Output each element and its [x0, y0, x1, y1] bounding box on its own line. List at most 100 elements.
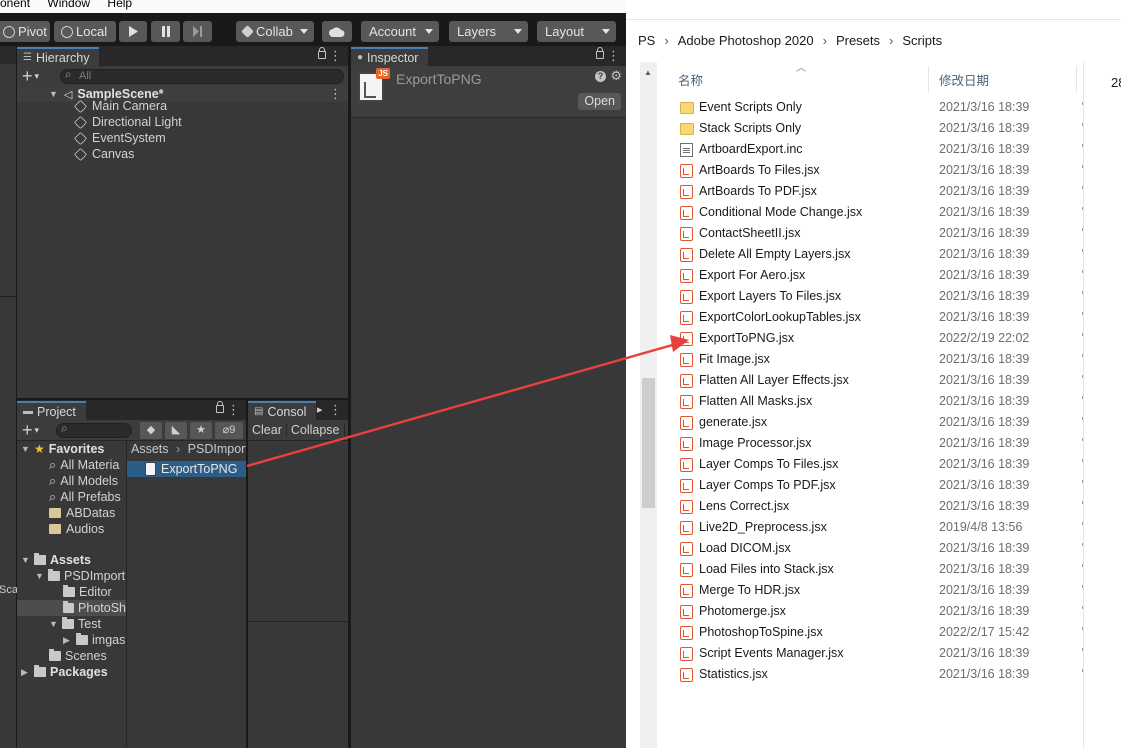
file-row[interactable]: Fit Image.jsx 2021/3/16 18:39	[658, 349, 1121, 370]
hierarchy-search-input[interactable]: ⌕ All	[60, 67, 344, 84]
more-options-icon[interactable]: ⋮	[329, 402, 342, 418]
breadcrumb-ps[interactable]: PS	[638, 33, 655, 48]
favorite-item[interactable]: Audios	[17, 521, 126, 537]
folder-editor[interactable]: Editor	[17, 584, 126, 600]
collab-button[interactable]: Collab	[236, 21, 314, 42]
create-button[interactable]: + ▾	[22, 420, 39, 443]
file-row[interactable]: Flatten All Layer Effects.jsx 2021/3/16 1…	[658, 370, 1121, 391]
file-row[interactable]: Load Files into Stack.jsx 2021/3/16 18:39	[658, 559, 1121, 580]
file-row[interactable]: Layer Comps To PDF.jsx 2021/3/16 18:39	[658, 475, 1121, 496]
favorite-item[interactable]: ⌕ All Prefabs	[17, 489, 126, 505]
folder-test[interactable]: ▼ Test	[17, 616, 126, 632]
file-row[interactable]: Merge To HDR.jsx 2021/3/16 18:39	[658, 580, 1121, 601]
file-row[interactable]: Lens Correct.jsx 2021/3/16 18:39	[658, 496, 1121, 517]
file-row[interactable]: ExportToPNG.jsx 2022/2/19 22:02	[658, 328, 1121, 349]
lock-icon[interactable]	[596, 47, 604, 59]
favorite-item[interactable]: ⌕ All Models	[17, 473, 126, 489]
address-bar[interactable]: PS › Adobe Photoshop 2020 › Presets › Sc…	[626, 28, 1121, 52]
collapse-arrow-icon[interactable]: ▶	[63, 635, 72, 646]
file-row[interactable]: generate.jsx 2021/3/16 18:39	[658, 412, 1121, 433]
account-dropdown[interactable]: Account	[361, 21, 439, 42]
folder-imgas[interactable]: ▶ imgas	[17, 632, 126, 648]
expand-arrow-icon[interactable]: ▼	[21, 555, 30, 565]
folder-psdimport[interactable]: ▼ PSDImport	[17, 568, 126, 584]
menu-window[interactable]: Window	[47, 0, 90, 10]
menu-help[interactable]: Help	[107, 0, 132, 10]
tab-hierarchy[interactable]: ☰ Hierarchy	[17, 47, 100, 66]
folder-scenes[interactable]: Scenes	[17, 648, 126, 664]
column-name[interactable]: 名称	[678, 70, 703, 89]
play-button[interactable]	[119, 21, 147, 42]
gear-icon[interactable]: ⚙	[610, 68, 622, 84]
chevron-right-icon[interactable]: ›	[664, 33, 668, 48]
expand-arrow-icon[interactable]: ▼	[49, 619, 58, 629]
favorite-item[interactable]: ⌕ All Materia	[17, 457, 126, 473]
favorite-item[interactable]: ABDatas	[17, 505, 126, 521]
collapse-arrow-icon[interactable]: ▶	[21, 667, 30, 678]
column-divider[interactable]	[1076, 66, 1077, 92]
file-row[interactable]: Delete All Empty Layers.jsx 2021/3/16 18:…	[658, 244, 1121, 265]
filter-type-button[interactable]: ◆	[140, 422, 162, 439]
tab-overflow-icon[interactable]: ▸	[317, 403, 323, 416]
more-options-icon[interactable]: ⋮	[607, 48, 620, 64]
layout-dropdown[interactable]: Layout	[537, 21, 616, 42]
file-row[interactable]: ArtBoards To Files.jsx 2021/3/16 18:39	[658, 160, 1121, 181]
pivot-button[interactable]: Pivot	[0, 21, 50, 42]
file-row[interactable]: Conditional Mode Change.jsx 2021/3/16 18:…	[658, 202, 1121, 223]
lock-icon[interactable]	[318, 47, 326, 59]
expand-arrow-icon[interactable]: ▼	[21, 444, 30, 454]
column-date-modified[interactable]: 修改日期	[939, 70, 989, 89]
file-row[interactable]: ArtboardExport.inc 2021/3/16 18:39	[658, 139, 1121, 160]
file-row[interactable]: Export For Aero.jsx 2021/3/16 18:39	[658, 265, 1121, 286]
tab-project[interactable]: ▬ Project	[17, 401, 86, 420]
scene-options-icon[interactable]: ⋮	[329, 86, 342, 102]
file-row[interactable]: PhotoshopToSpine.jsx 2022/2/17 15:42	[658, 622, 1121, 643]
file-row[interactable]: Live2D_Preprocess.jsx 2019/4/8 13:56	[658, 517, 1121, 538]
menu-component[interactable]: onent	[0, 0, 30, 10]
selected-asset[interactable]: ExportToPNG	[127, 461, 246, 477]
file-row[interactable]: Script Events Manager.jsx 2021/3/16 18:39	[658, 643, 1121, 664]
file-row[interactable]: Stack Scripts Only 2021/3/16 18:39	[658, 118, 1121, 139]
breadcrumb-presets[interactable]: Presets	[836, 33, 880, 48]
chevron-right-icon[interactable]: ›	[823, 33, 827, 48]
file-row[interactable]: Photomerge.jsx 2021/3/16 18:39	[658, 601, 1121, 622]
breadcrumb-scripts[interactable]: Scripts	[902, 33, 942, 48]
file-row[interactable]: ExportColorLookupTables.jsx 2021/3/16 18:…	[658, 307, 1121, 328]
hierarchy-item[interactable]: Canvas	[73, 146, 134, 162]
breadcrumb-photoshop[interactable]: Adobe Photoshop 2020	[678, 33, 814, 48]
file-row[interactable]: Layer Comps To Files.jsx 2021/3/16 18:39	[658, 454, 1121, 475]
favorite-button[interactable]: ★	[190, 422, 212, 439]
expand-arrow-icon[interactable]: ▼	[49, 89, 58, 99]
file-row[interactable]: Load DICOM.jsx 2021/3/16 18:39	[658, 538, 1121, 559]
more-options-icon[interactable]: ⋮	[329, 48, 342, 64]
file-row[interactable]: Statistics.jsx 2021/3/16 18:39	[658, 664, 1121, 685]
chevron-right-icon[interactable]: ›	[889, 33, 893, 48]
step-button[interactable]	[183, 21, 212, 42]
hidden-packages-toggle[interactable]: ⌀9	[215, 422, 243, 439]
tab-inspector[interactable]: ● Inspector	[351, 47, 429, 66]
layers-dropdown[interactable]: Layers	[449, 21, 528, 42]
packages-folder[interactable]: ▶ Packages	[17, 664, 126, 680]
clear-button[interactable]: Clear	[248, 423, 287, 437]
scene-tab-fragment[interactable]: Sca	[0, 584, 18, 596]
help-icon[interactable]: ?	[595, 71, 606, 82]
local-button[interactable]: Local	[54, 21, 116, 42]
cloud-button[interactable]	[322, 21, 352, 42]
vertical-scrollbar[interactable]: ▲	[640, 62, 657, 748]
scrollbar-thumb[interactable]	[642, 378, 655, 508]
expand-arrow-icon[interactable]: ▼	[35, 571, 44, 581]
folder-photosh[interactable]: PhotoSh	[17, 600, 126, 616]
assets-folder[interactable]: ▼ Assets	[17, 552, 126, 568]
scroll-up-icon[interactable]: ▲	[644, 68, 652, 77]
collapse-button[interactable]: Collapse	[287, 423, 345, 437]
file-row[interactable]: ContactSheetII.jsx 2021/3/16 18:39	[658, 223, 1121, 244]
file-row[interactable]: Export Layers To Files.jsx 2021/3/16 18:3…	[658, 286, 1121, 307]
lock-icon[interactable]	[216, 401, 224, 413]
file-row[interactable]: Image Processor.jsx 2021/3/16 18:39	[658, 433, 1121, 454]
file-row[interactable]: Event Scripts Only 2021/3/16 18:39	[658, 97, 1121, 118]
hierarchy-item[interactable]: Main Camera	[73, 98, 167, 114]
file-row[interactable]: Flatten All Masks.jsx 2021/3/16 18:39	[658, 391, 1121, 412]
project-search-input[interactable]: ⌕	[56, 421, 132, 438]
pause-button[interactable]	[151, 21, 180, 42]
open-button[interactable]: Open	[578, 93, 621, 110]
